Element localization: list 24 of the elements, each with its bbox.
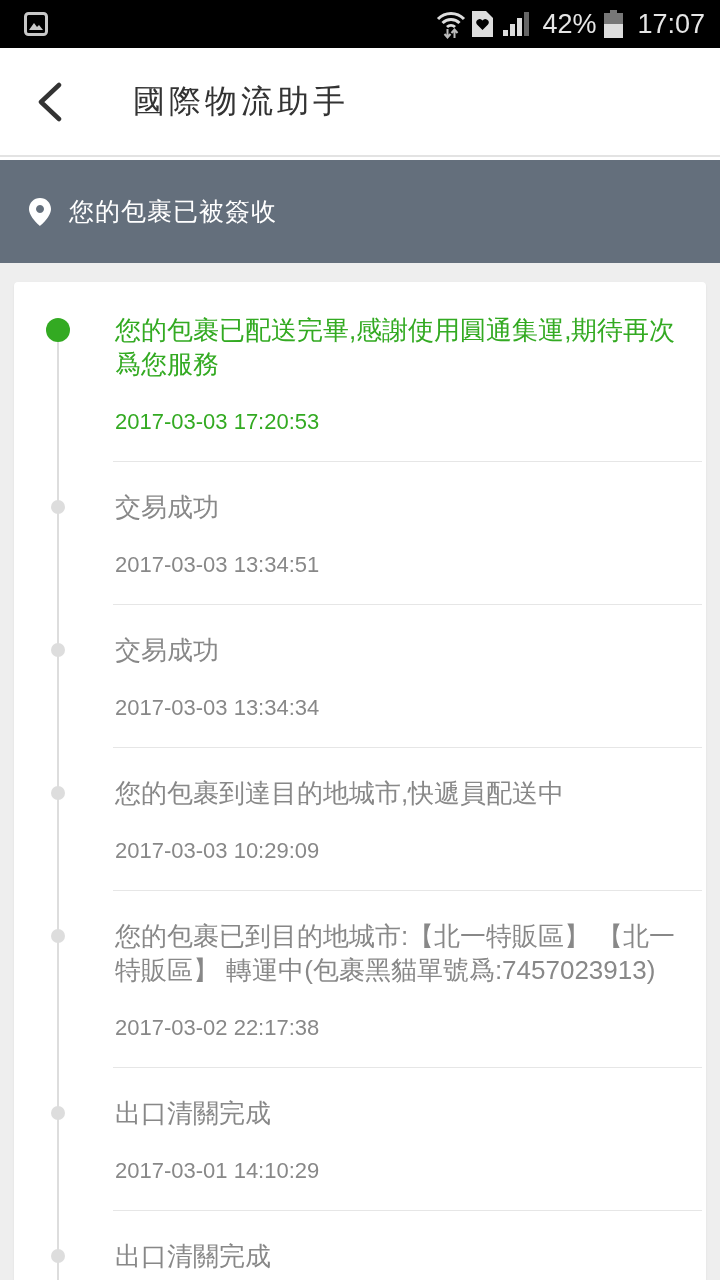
event-time: 2017-03-03 13:34:34 <box>115 694 321 722</box>
back-icon <box>38 81 62 122</box>
event-time: 2017-03-01 14:10:29 <box>115 1157 321 1185</box>
page-title: 國際物流助手 <box>133 81 349 121</box>
clock: 17:07 <box>637 8 705 40</box>
event-time: 2017-03-03 17:20:53 <box>115 408 321 436</box>
event-time: 2017-03-03 10:29:09 <box>115 837 321 865</box>
battery-icon <box>604 10 624 38</box>
event-description: 您的包裹已到目的地城市:【北一特販區】 【北一特販區】 轉運中(包裹黑貓單號爲:7457023913) <box>115 920 677 987</box>
sim-card-icon <box>472 11 494 37</box>
location-pin-icon <box>29 197 51 226</box>
wifi-icon <box>436 9 467 39</box>
event-description: 您的包裹已配送完畢,感謝使用圓通集運,期待再次爲您服務 <box>115 314 677 381</box>
event-description: 出口清關完成 <box>115 1097 272 1130</box>
battery-percent: 42% <box>542 8 597 40</box>
event-time: 2017-03-03 13:34:51 <box>115 551 321 579</box>
event-description: 交易成功 <box>115 634 220 667</box>
event-description: 您的包裹到達目的地城市,快遞員配送中 <box>115 777 566 810</box>
image-icon <box>24 12 48 36</box>
signal-icon <box>503 12 530 36</box>
event-description: 交易成功 <box>115 491 220 524</box>
banner-text: 您的包裹已被簽收 <box>69 196 277 227</box>
event-time: 2017-03-02 22:17:38 <box>115 1014 321 1042</box>
event-description: 出口清關完成 <box>115 1240 272 1273</box>
